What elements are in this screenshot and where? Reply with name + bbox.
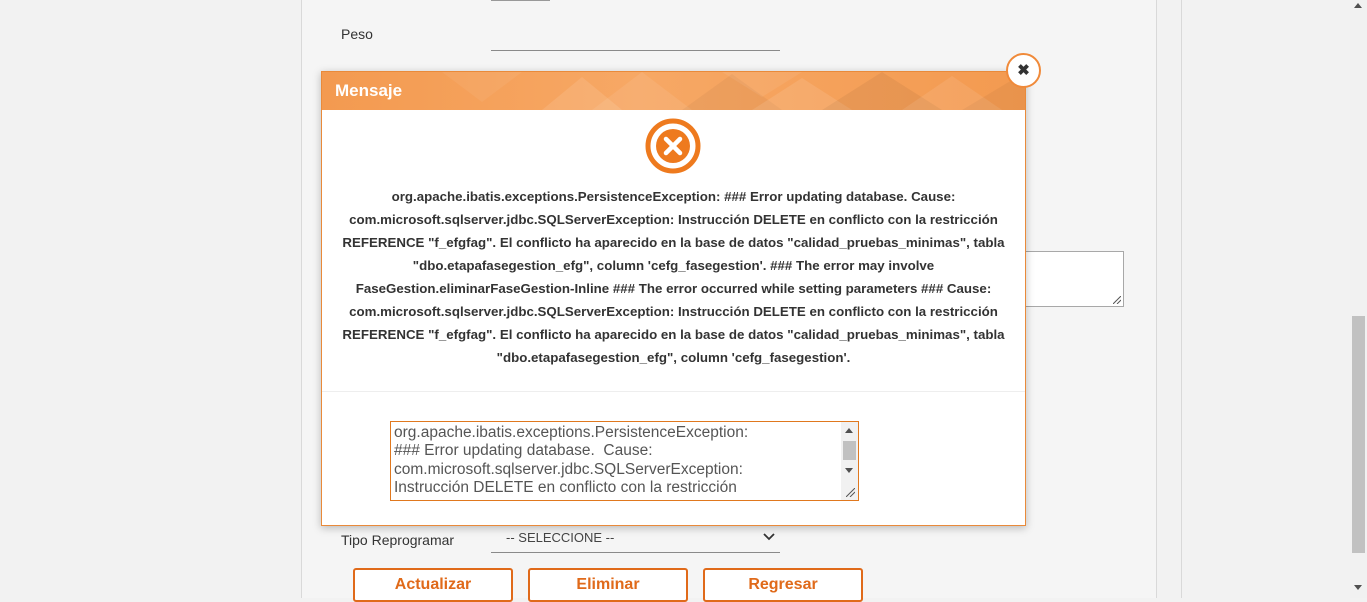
close-icon: ✖	[1017, 62, 1030, 79]
scroll-up-icon[interactable]	[1354, 3, 1362, 8]
actualizar-button[interactable]: Actualizar	[353, 568, 513, 602]
peso-input[interactable]	[491, 50, 780, 51]
detail-scrollbar-thumb[interactable]	[843, 441, 856, 460]
dialog-header: Mensaje	[322, 72, 1025, 110]
error-detail-textarea[interactable]: org.apache.ibatis.exceptions.Persistence…	[390, 421, 859, 501]
error-message: org.apache.ibatis.exceptions.Persistence…	[342, 189, 1005, 365]
page-scrollbar-thumb[interactable]	[1352, 316, 1365, 553]
tipo-reprogramar-label: Tipo Reprogramar	[341, 532, 455, 548]
peso-label: Peso	[341, 26, 373, 42]
outer-divider	[1181, 0, 1182, 598]
field-underline-top	[491, 0, 550, 1]
detail-line: com.microsoft.sqlserver.jdbc.SQLServerEx…	[394, 460, 743, 478]
detail-scroll-down-icon[interactable]	[845, 468, 853, 473]
resize-grip-icon[interactable]	[846, 488, 855, 497]
detail-line: org.apache.ibatis.exceptions.Persistence…	[394, 424, 749, 441]
message-dialog: Mensaje org.apache.ibatis.exceptions.Per…	[321, 71, 1026, 526]
header-pattern-decoration	[442, 72, 1025, 110]
detail-line: Instrucción DELETE en conflicto con la r…	[394, 478, 737, 496]
chevron-down-icon[interactable]	[762, 530, 776, 544]
dialog-separator	[322, 391, 1025, 392]
detail-scroll-up-icon[interactable]	[845, 428, 853, 433]
regresar-button[interactable]: Regresar	[703, 568, 863, 602]
error-detail-text: org.apache.ibatis.exceptions.Persistence…	[394, 424, 834, 497]
resize-grip-icon[interactable]	[1113, 296, 1121, 304]
detail-line: ### Error updating database. Cause:	[394, 442, 653, 460]
close-dialog-button[interactable]: ✖	[1006, 53, 1041, 88]
scroll-down-icon[interactable]	[1354, 585, 1362, 590]
eliminar-button[interactable]: Eliminar	[528, 568, 688, 602]
tipo-reprogramar-underline	[491, 552, 780, 553]
tipo-reprogramar-select[interactable]: -- SELECCIONE --	[506, 530, 614, 545]
error-x-circle-icon	[645, 118, 701, 174]
dialog-title: Mensaje	[335, 81, 403, 100]
